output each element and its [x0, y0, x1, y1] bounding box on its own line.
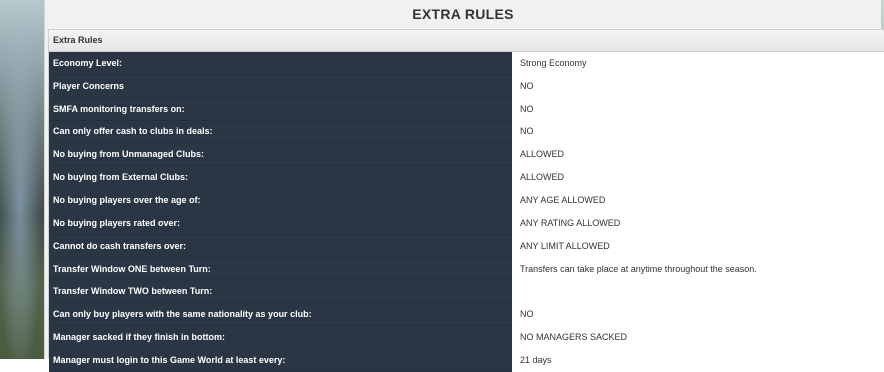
rule-label: No buying from Unmanaged Clubs: [49, 142, 512, 167]
rule-label: Transfer Window TWO between Turn: [49, 279, 512, 304]
rule-label: Manager sacked if they finish in bottom: [49, 325, 512, 349]
rules-table: Economy Level: Strong Economy Player Conce… [49, 52, 884, 372]
rule-label: Can only buy players with the same natio… [49, 302, 512, 327]
rule-row: Can only buy players with the same natio… [49, 302, 884, 327]
rule-label: No buying players rated over: [49, 211, 512, 235]
rule-row: Player Concerns NO [49, 74, 884, 98]
rule-label: Transfer Window ONE between Turn: [49, 257, 512, 281]
rule-row: No buying players over the age of: ANY AG… [49, 188, 884, 212]
rule-value: 21 days [512, 348, 884, 372]
rule-value [512, 279, 884, 303]
rule-row: Manager sacked if they finish in bottom:… [49, 325, 884, 349]
rule-value: ANY LIMIT ALLOWED [512, 234, 884, 258]
rule-row: Transfer Window TWO between Turn: [49, 279, 884, 304]
extra-rules-panel: EXTRA RULES Extra Rules Economy Level: St… [44, 0, 884, 372]
rule-row: No buying players rated over: ANY RATING … [49, 211, 884, 235]
rule-label: No buying from External Clubs: [49, 165, 512, 190]
page-title: EXTRA RULES [412, 6, 514, 22]
rule-value: ANY AGE ALLOWED [512, 188, 884, 212]
rule-value: NO [512, 302, 884, 326]
rule-row: Manager must login to this Game World at… [49, 348, 884, 372]
rule-row: SMFA monitoring transfers on: NO [49, 97, 884, 121]
rule-row: No buying from External Clubs: ALLOWED [49, 165, 884, 190]
rule-row: Economy Level: Strong Economy [49, 52, 884, 75]
rule-label: No buying players over the age of: [49, 188, 512, 212]
rule-label: Economy Level: [49, 52, 512, 75]
rule-row: Cannot do cash transfers over: ANY LIMIT … [49, 234, 884, 258]
section-title: Extra Rules [49, 30, 884, 52]
rule-value: NO [512, 97, 884, 121]
rule-value: ANY RATING ALLOWED [512, 211, 884, 235]
rule-value: Transfers can take place at anytime thro… [512, 257, 884, 280]
rule-value: ALLOWED [512, 142, 884, 166]
rule-value: ALLOWED [512, 165, 884, 189]
rule-label: SMFA monitoring transfers on: [49, 97, 512, 121]
rule-value: Strong Economy [512, 52, 884, 75]
rule-value: NO MANAGERS SACKED [512, 325, 884, 349]
rule-label: Manager must login to this Game World at… [49, 348, 512, 372]
background-stadium-image [0, 0, 44, 359]
rule-label: Player Concerns [49, 74, 512, 98]
rule-row: No buying from Unmanaged Clubs: ALLOWED [49, 142, 884, 167]
rule-row: Transfer Window ONE between Turn: Transfe… [49, 257, 884, 281]
rule-value: NO [512, 74, 884, 98]
rule-row: Can only offer cash to clubs in deals: NO [49, 120, 884, 144]
extra-rules-card: Extra Rules Economy Level: Strong Economy… [48, 29, 884, 372]
rule-value: NO [512, 120, 884, 143]
rule-label: Can only offer cash to clubs in deals: [49, 120, 512, 144]
rule-label: Cannot do cash transfers over: [49, 234, 512, 258]
